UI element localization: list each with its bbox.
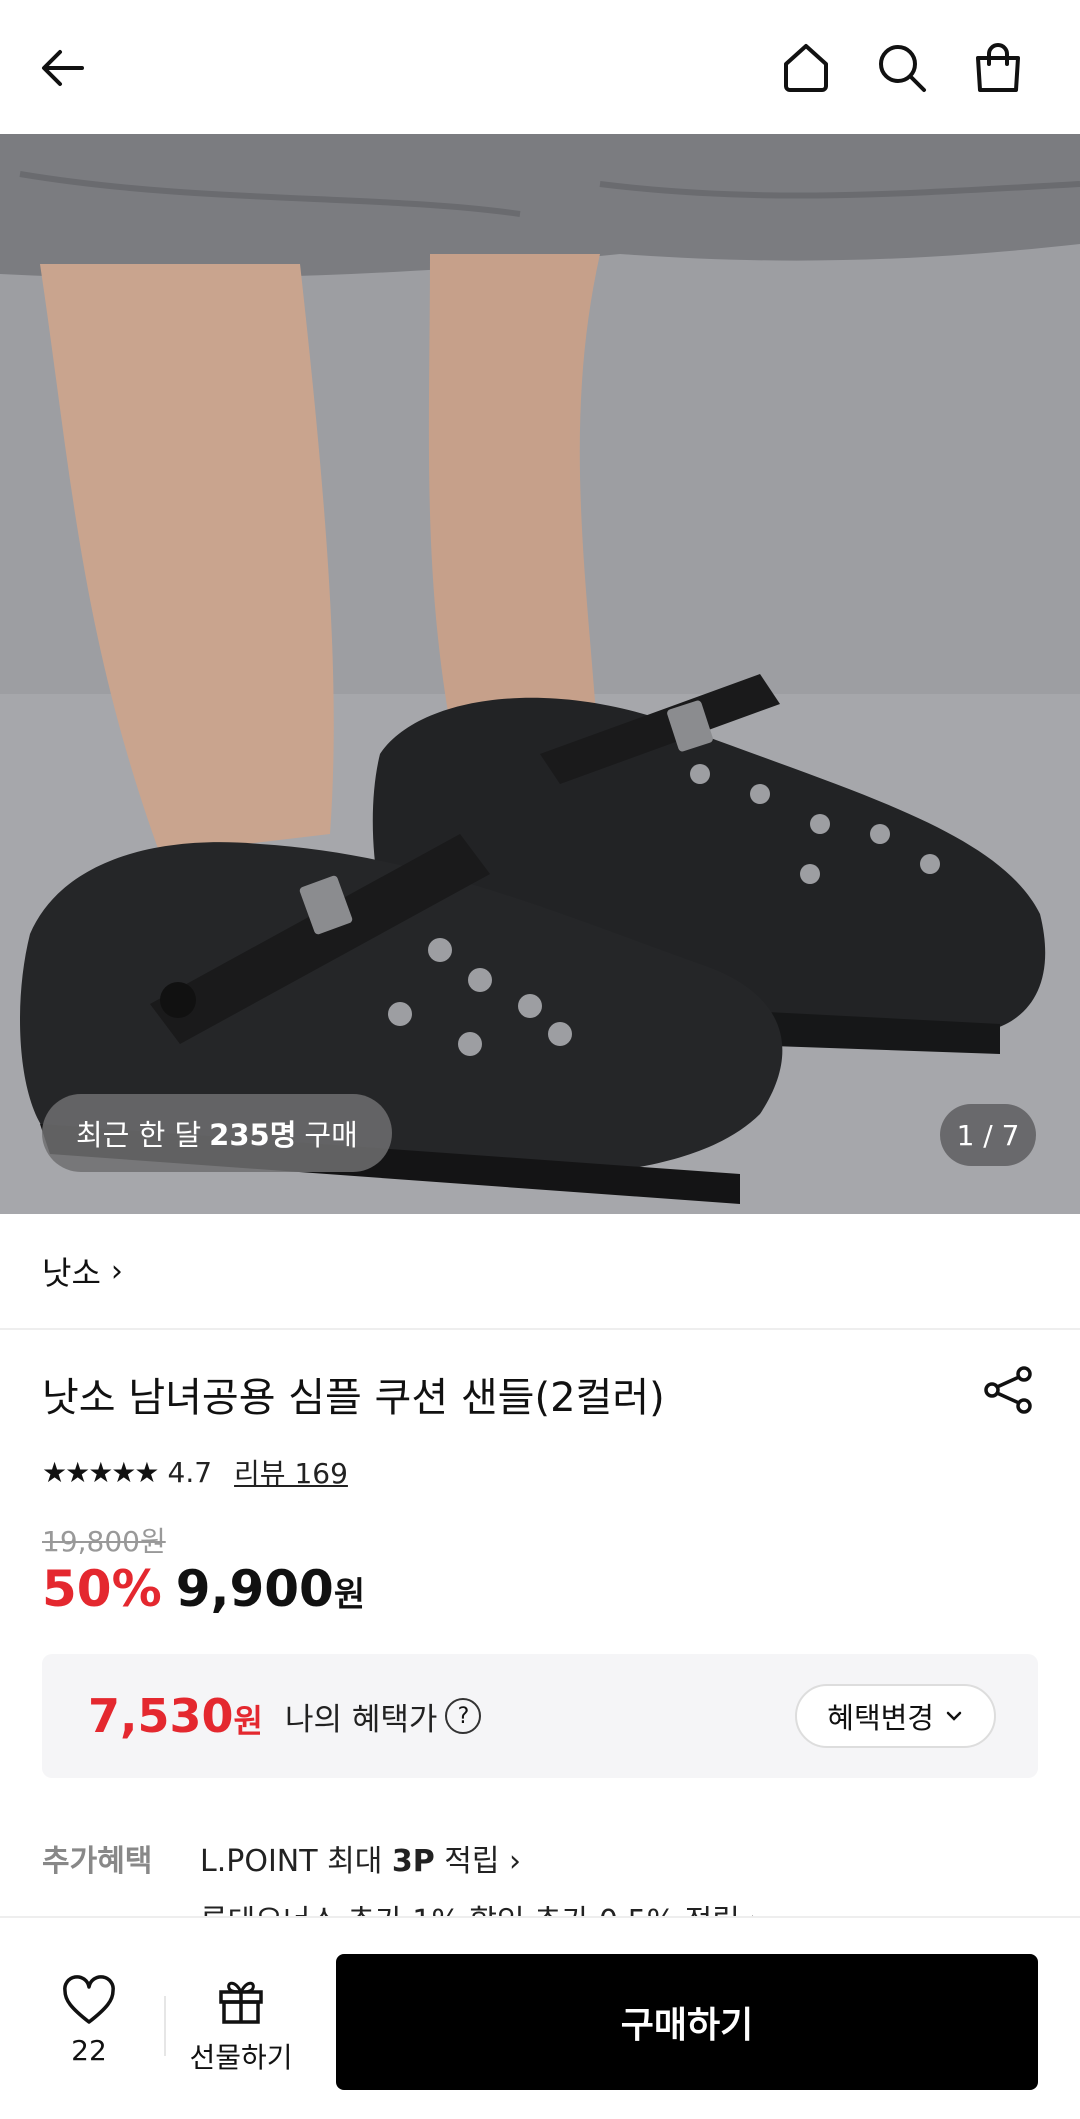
lpoint-benefit-link[interactable]: L.POINT 최대 3P 적립 › — [200, 1836, 521, 1880]
lpoint-points: 3P — [391, 1844, 435, 1879]
chevron-right-icon: › — [110, 1253, 123, 1289]
back-arrow-icon[interactable] — [30, 36, 94, 100]
review-link[interactable]: 리뷰 169 — [234, 1452, 348, 1492]
lpoint-prefix: L.POINT 최대 — [200, 1844, 383, 1879]
badge-prefix: 최근 한 달 — [76, 1118, 202, 1152]
like-count: 22 — [71, 2034, 107, 2067]
gift-icon — [219, 1981, 263, 2024]
benefit-price: 7,530원 — [88, 1689, 263, 1743]
gift-label: 선물하기 — [189, 2041, 293, 2074]
discount-rate: 50% — [42, 1560, 162, 1618]
benefit-label: 나의 혜택가 — [284, 1701, 438, 1738]
change-benefit-button[interactable]: 혜택변경 — [795, 1684, 996, 1748]
buy-button[interactable]: 구매하기 — [336, 1954, 1038, 2090]
search-icon[interactable] — [870, 36, 934, 100]
price-row: 50% 9,900원 — [42, 1560, 365, 1618]
lpoint-suffix: 적립 › — [444, 1844, 522, 1879]
bottom-action-bar: 22 선물하기 구매하기 — [0, 1916, 1080, 2119]
brand-link[interactable]: 낫소 › — [0, 1214, 1080, 1330]
badge-count: 235명 — [209, 1118, 297, 1152]
image-counter: 1 / 7 — [940, 1104, 1036, 1166]
change-benefit-label: 혜택변경 — [827, 1701, 934, 1735]
star-rating-icon: ★★★★★ — [42, 1455, 160, 1489]
product-photo — [0, 134, 1080, 1214]
help-icon[interactable]: ? — [445, 1698, 482, 1734]
my-benefit-box: 7,530원 나의 혜택가 ? 혜택변경 — [42, 1654, 1038, 1778]
benefit-price-value: 7,530 — [88, 1689, 234, 1743]
gift-button[interactable]: 선물하기 — [186, 1974, 296, 2076]
benefit-price-currency: 원 — [233, 1702, 263, 1740]
brand-name: 낫소 — [42, 1254, 101, 1292]
sale-price-value: 9,900 — [175, 1560, 334, 1618]
extra-benefit-label: 추가혜택 — [42, 1844, 153, 1879]
rating-row: ★★★★★ 4.7 리뷰 169 — [42, 1452, 348, 1492]
purchase-count-badge: 최근 한 달 235명 구매 — [42, 1094, 392, 1172]
badge-suffix: 구매 — [304, 1118, 358, 1152]
chevron-down-icon — [946, 1711, 962, 1721]
app-header — [0, 0, 1080, 134]
divider — [164, 1996, 166, 2056]
like-button[interactable]: 22 — [46, 1974, 132, 2067]
heart-icon — [63, 1975, 115, 2024]
sale-price: 9,900원 — [176, 1560, 365, 1618]
rating-value: 4.7 — [167, 1455, 213, 1489]
sale-price-currency: 원 — [333, 1575, 366, 1615]
original-price: 19,800원 — [42, 1525, 166, 1558]
shopping-bag-icon[interactable] — [966, 36, 1030, 100]
product-image-carousel[interactable]: 최근 한 달 235명 구매 1 / 7 — [0, 134, 1080, 1214]
home-icon[interactable] — [774, 36, 838, 100]
share-icon[interactable] — [980, 1362, 1036, 1418]
product-title: 낫소 남녀공용 심플 쿠션 샌들(2컬러) — [42, 1375, 665, 1421]
